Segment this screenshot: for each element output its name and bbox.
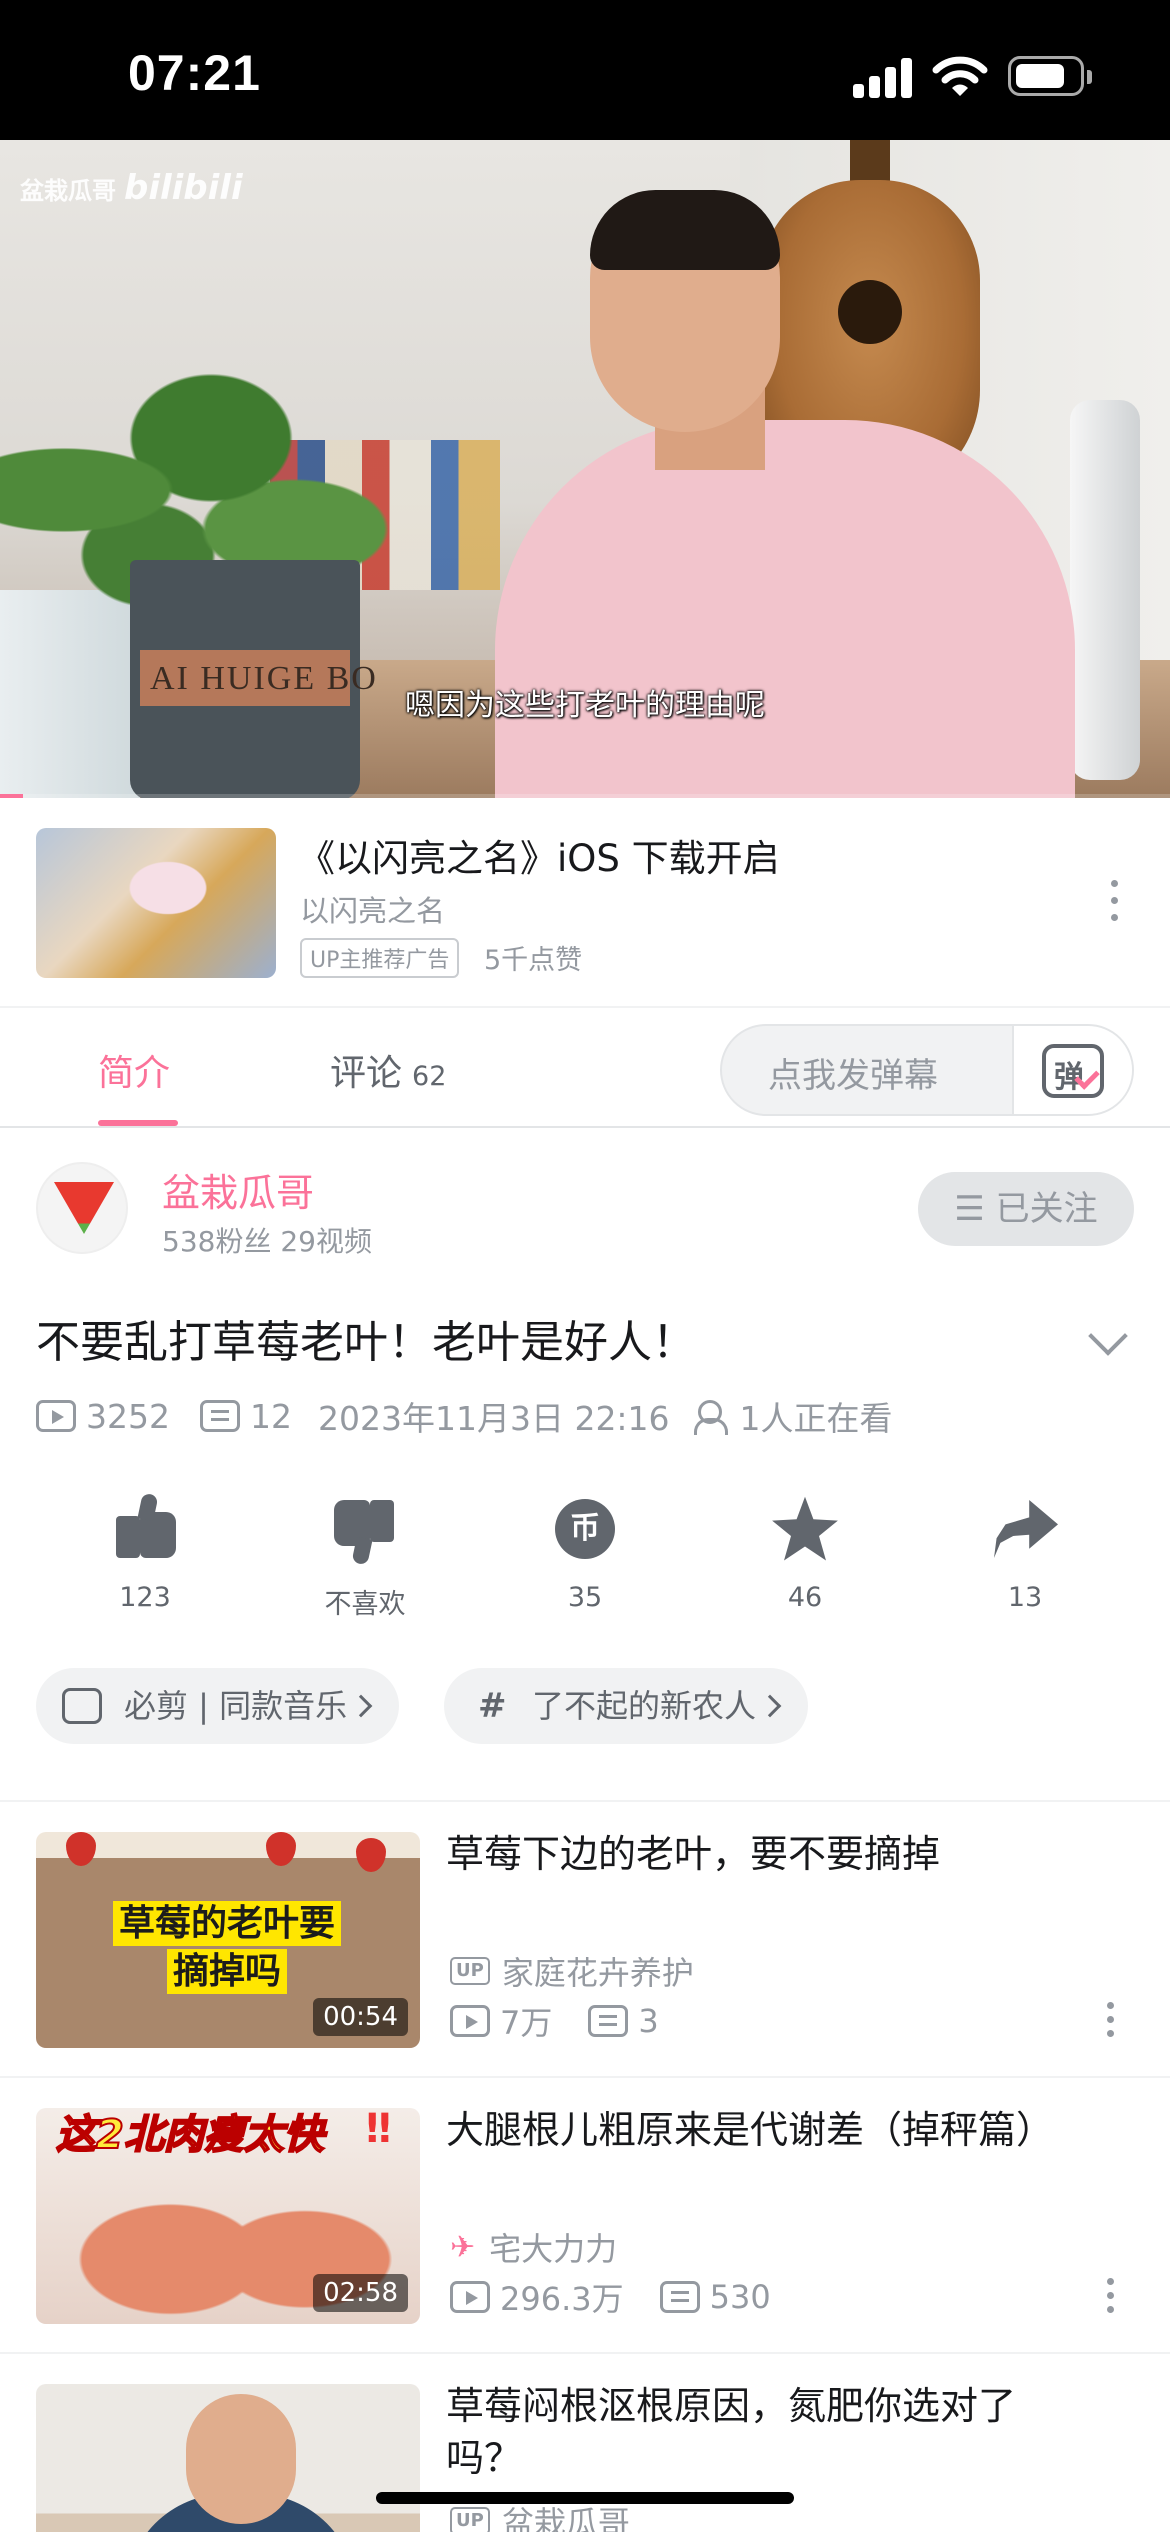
ad-likes: 5千点赞 — [484, 945, 583, 976]
viewers-icon — [693, 1398, 734, 1435]
share-button[interactable]: 13 — [950, 1494, 1100, 1613]
video-watermark: 盆栽瓜哥 bilibili — [20, 168, 243, 208]
ad-thumbnail[interactable] — [36, 828, 276, 978]
more-options-icon[interactable] — [1104, 2278, 1116, 2322]
favorite-button[interactable]: 46 — [730, 1494, 880, 1613]
uploader-avatar[interactable] — [36, 1162, 128, 1254]
tab-intro[interactable]: 简介 — [98, 1044, 170, 1096]
more-options-icon[interactable] — [1104, 2002, 1116, 2046]
danmaku-count-icon — [199, 1400, 240, 1432]
up-badge-icon: UP — [450, 1957, 490, 1985]
related-video-uploader: UP 家庭花卉养护 — [450, 1948, 694, 1994]
thumbs-down-icon — [330, 1494, 400, 1566]
danmaku-count: 12 — [249, 1396, 292, 1436]
publish-date: 2023年11月3日 22:16 — [317, 1399, 670, 1438]
ad-card[interactable]: 《以闪亮之名》iOS 下载开启 以闪亮之名 UP主推荐广告 5千点赞 — [0, 798, 1170, 1008]
thumbs-up-icon — [110, 1492, 180, 1564]
follow-button[interactable]: ☰ 已关注 — [918, 1172, 1134, 1246]
related-video-title[interactable]: 草莓闷根沤根原因，氮肥你选对了吗？ — [446, 2380, 1066, 2484]
danmaku-count-icon — [588, 2005, 629, 2037]
home-indicator[interactable] — [376, 2492, 794, 2504]
ad-title[interactable]: 《以闪亮之名》iOS 下载开启 — [298, 828, 780, 882]
play-count-icon — [450, 2281, 490, 2313]
up-badge-icon: UP — [450, 2507, 490, 2532]
rocket-icon: ✈ — [450, 2229, 476, 2265]
video-meta: 3252 12 2023年11月3日 22:16 1人正在看 — [36, 1394, 893, 1438]
related-video-thumbnail[interactable] — [36, 2384, 420, 2532]
music-icon — [62, 1688, 102, 1724]
related-video-item[interactable]: 草莓的老叶要 摘掉吗 00:54 草莓下边的老叶，要不要摘掉 UP 家庭花卉养护 7… — [0, 1802, 1170, 2078]
star-icon — [770, 1494, 840, 1564]
status-time: 07:21 — [128, 45, 261, 101]
play-count-icon — [450, 2005, 490, 2037]
comments-count: 62 — [412, 1061, 447, 1092]
coin-icon: 币 — [550, 1494, 620, 1564]
play-count-icon — [36, 1400, 76, 1432]
tag-chip-music[interactable]: 必剪 | 同款音乐 — [36, 1668, 400, 1744]
danmaku-count-icon — [659, 2281, 700, 2313]
tab-bar: 简介 评论 62 点我发弹幕 弹 — [0, 1008, 1170, 1128]
uploader-name[interactable]: 盆栽瓜哥 — [162, 1162, 314, 1217]
related-video-item[interactable]: 草莓闷根沤根原因，氮肥你选对了吗？ UP 盆栽瓜哥 — [0, 2354, 1170, 2532]
cellular-signal-icon — [853, 56, 913, 98]
related-video-stats: 296.3万 530 — [450, 2274, 771, 2320]
video-title: 不要乱打草莓老叶！老叶是好人！ — [36, 1317, 696, 1368]
chevron-right-icon — [349, 1694, 373, 1718]
watching-count: 1人正在看 — [739, 1399, 893, 1438]
danmaku-toggle-button[interactable]: 弹 — [1012, 1026, 1132, 1114]
chevron-down-icon[interactable] — [1088, 1316, 1128, 1356]
related-video-title[interactable]: 草莓下边的老叶，要不要摘掉 — [446, 1828, 1126, 1880]
chevron-right-icon — [758, 1694, 782, 1718]
share-icon — [990, 1494, 1060, 1564]
battery-cap — [1087, 70, 1092, 84]
related-video-thumbnail[interactable]: 草莓的老叶要 摘掉吗 00:54 — [36, 1832, 420, 2048]
tab-active-indicator — [98, 1120, 178, 1126]
tag-chip-topic[interactable]: # 了不起的新农人 — [444, 1668, 809, 1744]
presenter — [495, 420, 1075, 798]
coin-button[interactable]: 币 35 — [510, 1494, 660, 1613]
status-bar: 07:21 — [0, 0, 1170, 140]
video-player[interactable]: AI HUIGE BO 盆栽瓜哥 bilibili 嗯因为这些打老叶的理由呢 — [0, 140, 1170, 798]
dislike-button[interactable]: 不喜欢 — [290, 1494, 440, 1621]
related-video-stats: 7万 3 — [450, 1998, 659, 2044]
danmaku-placeholder[interactable]: 点我发弹幕 — [768, 1048, 938, 1097]
related-video-thumbnail[interactable]: 这2北肉瘦太快 ‼ 02:58 — [36, 2108, 420, 2324]
ad-more-icon[interactable] — [1108, 880, 1120, 924]
ad-tag: UP主推荐广告 — [300, 938, 460, 978]
wifi-icon — [932, 56, 988, 96]
battery-icon — [1008, 56, 1084, 96]
view-count: 3252 — [86, 1396, 170, 1436]
related-video-title[interactable]: 大腿根儿粗原来是代谢差（掉秤篇） — [446, 2104, 1126, 2156]
ad-subtitle: 以闪亮之名 — [300, 894, 446, 928]
uploader-stats: 538粉丝 29视频 — [162, 1225, 372, 1258]
related-video-uploader: ✈ 宅大力力 — [450, 2229, 618, 2269]
watermelon-icon — [54, 1182, 114, 1234]
like-button[interactable]: 123 — [70, 1492, 220, 1613]
related-video-item[interactable]: 这2北肉瘦太快 ‼ 02:58 大腿根儿粗原来是代谢差（掉秤篇） ✈ 宅大力力 2… — [0, 2078, 1170, 2354]
video-duration: 02:58 — [313, 2274, 408, 2312]
tab-comments[interactable]: 评论 62 — [330, 1044, 446, 1096]
video-duration: 00:54 — [313, 1998, 408, 2036]
video-subtitle: 嗯因为这些打老叶的理由呢 — [405, 688, 765, 723]
danmaku-input[interactable]: 点我发弹幕 弹 — [720, 1024, 1134, 1116]
hashtag-icon: # — [478, 1686, 507, 1726]
